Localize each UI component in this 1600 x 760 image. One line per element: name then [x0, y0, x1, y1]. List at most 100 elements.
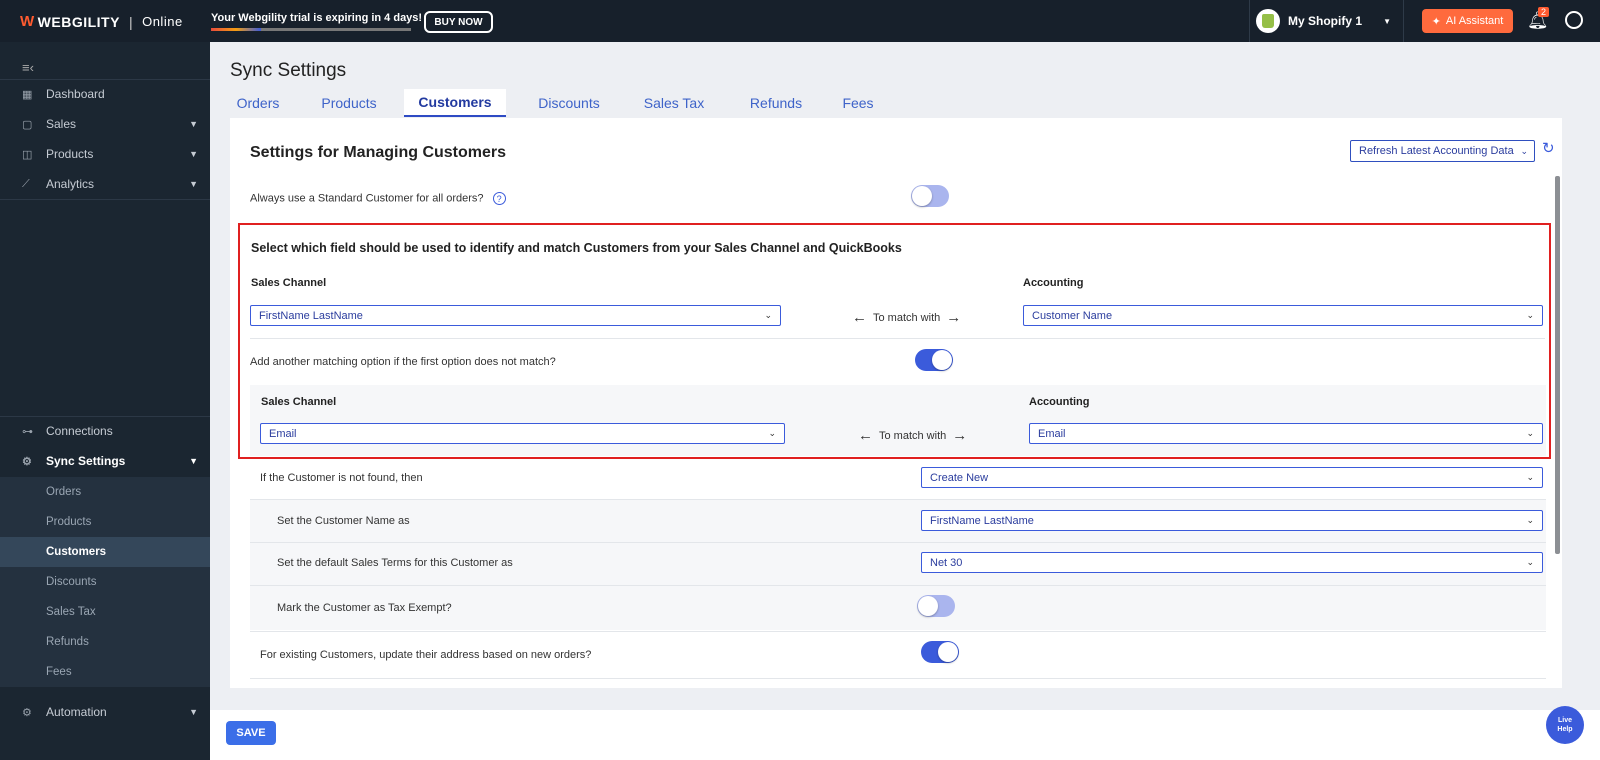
sidebar-subitem-sales-tax[interactable]: Sales Tax [0, 597, 210, 627]
refresh-accounting-data-dropdown[interactable]: Refresh Latest Accounting Data ⌄ [1350, 140, 1535, 162]
customer-name-select[interactable]: FirstName LastName ⌄ [921, 510, 1543, 531]
tab-sales-tax[interactable]: Sales Tax [626, 89, 722, 117]
tab-fees[interactable]: Fees [823, 89, 893, 117]
sidebar-item-label: Dashboard [46, 87, 105, 101]
sidebar-subitem-refunds[interactable]: Refunds [0, 627, 210, 657]
connections-icon: ⊶ [22, 425, 33, 438]
tax-exempt-label: Mark the Customer as Tax Exempt? [277, 602, 452, 614]
save-button[interactable]: SAVE [226, 721, 276, 745]
sidebar-item-label: Sales [46, 117, 77, 131]
match-heading: Select which field should be used to ide… [251, 241, 902, 255]
automation-icon: ⚙ [22, 706, 32, 719]
settings-title: Settings for Managing Customers [250, 144, 507, 161]
secondary-sales-channel-select[interactable]: Email ⌄ [260, 423, 785, 444]
notification-badge: 2 [1538, 7, 1550, 17]
primary-accounting-select[interactable]: Customer Name ⌄ [1023, 305, 1543, 326]
not-found-label: If the Customer is not found, then [260, 472, 423, 484]
customer-name-label: Set the Customer Name as [277, 515, 410, 527]
standard-customer-toggle[interactable] [911, 185, 949, 207]
select-value: Email [269, 427, 297, 440]
chart-icon: ⟋ [22, 177, 30, 190]
sidebar-item-dashboard[interactable]: ▦ Dashboard [0, 79, 210, 109]
row-divider [250, 585, 1546, 586]
tax-exempt-toggle[interactable] [917, 595, 955, 617]
tab-products[interactable]: Products [303, 89, 395, 117]
live-help-button[interactable]: Live Help [1546, 706, 1584, 744]
select-value: Customer Name [1032, 309, 1113, 322]
row-divider [250, 631, 1546, 632]
another-option-toggle[interactable] [915, 349, 953, 371]
ai-assistant-button[interactable]: ✦ AI Assistant [1422, 9, 1513, 33]
toggle-knob [932, 350, 952, 370]
arrow-left-icon: ← [858, 427, 873, 444]
sidebar-subitem-orders[interactable]: Orders [0, 477, 210, 507]
sidebar-item-sync-settings[interactable]: ⚙ Sync Settings ▼ [0, 446, 210, 476]
sidebar-subitem-discounts[interactable]: Discounts [0, 567, 210, 597]
refresh-icon[interactable]: ↻ [1542, 139, 1555, 157]
shopify-icon [1256, 9, 1280, 33]
select-value: FirstName LastName [930, 514, 1034, 527]
select-value: Email [1038, 427, 1066, 440]
chevron-down-icon: ⌄ [1526, 310, 1534, 320]
sidebar-divider [0, 199, 210, 200]
secondary-accounting-heading: Accounting [1029, 396, 1090, 408]
secondary-accounting-select[interactable]: Email ⌄ [1029, 423, 1543, 444]
sidebar-item-analytics[interactable]: ⟋ Analytics ▼ [0, 169, 210, 199]
brand-logo[interactable]: W WEBGILITY | Online [20, 13, 183, 30]
sidebar-item-sales[interactable]: ▢ Sales ▼ [0, 109, 210, 139]
select-value: Net 30 [930, 556, 963, 569]
match-label: To match with [873, 311, 941, 324]
tab-refunds[interactable]: Refunds [728, 89, 824, 117]
sidebar-item-label: Connections [46, 424, 113, 438]
trial-progress-fill [211, 28, 261, 31]
sidebar-subitem-fees[interactable]: Fees [0, 657, 210, 687]
sidebar-item-connections[interactable]: ⊶ Connections [0, 416, 210, 446]
brand-name: WEBGILITY [37, 13, 120, 30]
trial-message: Your Webgility trial is expiring in 4 da… [211, 12, 423, 24]
tab-orders[interactable]: Orders [223, 89, 293, 117]
sidebar-subitem-products[interactable]: Products [0, 507, 210, 537]
live-help-line1: Live [1557, 717, 1572, 724]
chevron-down-icon: ⌄ [1526, 472, 1534, 482]
user-account-icon[interactable] [1565, 11, 1583, 29]
caret-down-icon: ▼ [189, 456, 198, 466]
sidebar-item-label: Products [46, 147, 94, 161]
tab-customers[interactable]: Customers [404, 89, 506, 117]
standard-customer-row: Always use a Standard Customer for all o… [250, 192, 506, 205]
sales-terms-select[interactable]: Net 30 ⌄ [921, 552, 1543, 573]
sidebar-item-label: Sync Settings [46, 454, 126, 468]
match-indicator: ← To match with → [846, 309, 967, 326]
chevron-down-icon: ⌄ [1526, 428, 1534, 438]
primary-sales-channel-select[interactable]: FirstName LastName ⌄ [250, 305, 781, 326]
dashboard-icon: ▦ [22, 88, 33, 101]
chevron-down-icon: ⌄ [1526, 515, 1534, 525]
accounting-heading: Accounting [1023, 277, 1084, 289]
sidebar-item-products[interactable]: ◫ Products ▼ [0, 139, 210, 169]
vertical-scrollbar[interactable] [1555, 176, 1560, 554]
toggle-knob [938, 642, 958, 662]
sidebar-subitem-customers[interactable]: Customers [0, 537, 210, 567]
sales-terms-label: Set the default Sales Terms for this Cus… [277, 557, 513, 569]
gear-icon: ⚙ [22, 455, 32, 468]
secondary-match-indicator: ← To match with → [852, 427, 973, 444]
arrow-right-icon: → [946, 309, 962, 326]
store-selector[interactable]: My Shopify 1 ▼ [1249, 0, 1404, 42]
webgility-logo-icon: W [20, 13, 35, 30]
buy-now-button[interactable]: BUY NOW [424, 11, 493, 33]
help-icon[interactable]: ? [492, 192, 506, 205]
footer-bar: SAVE [210, 710, 1600, 760]
box-icon: ◫ [22, 148, 33, 161]
sidebar-item-automation[interactable]: ⚙ Automation ▼ [0, 697, 210, 727]
not-found-select[interactable]: Create New ⌄ [921, 467, 1543, 488]
collapse-menu-icon[interactable]: ≡‹ [22, 60, 34, 75]
arrow-left-icon: ← [852, 309, 867, 326]
caret-down-icon: ▼ [1383, 17, 1391, 26]
brand-separator: | [128, 13, 134, 30]
store-name: My Shopify 1 [1288, 14, 1363, 28]
update-address-toggle[interactable] [921, 641, 959, 663]
live-help-line2: Help [1557, 726, 1573, 733]
tab-discounts[interactable]: Discounts [517, 89, 621, 117]
match-label: To match with [879, 429, 947, 442]
chevron-down-icon: ⌄ [768, 428, 776, 438]
select-value: FirstName LastName [259, 309, 363, 322]
